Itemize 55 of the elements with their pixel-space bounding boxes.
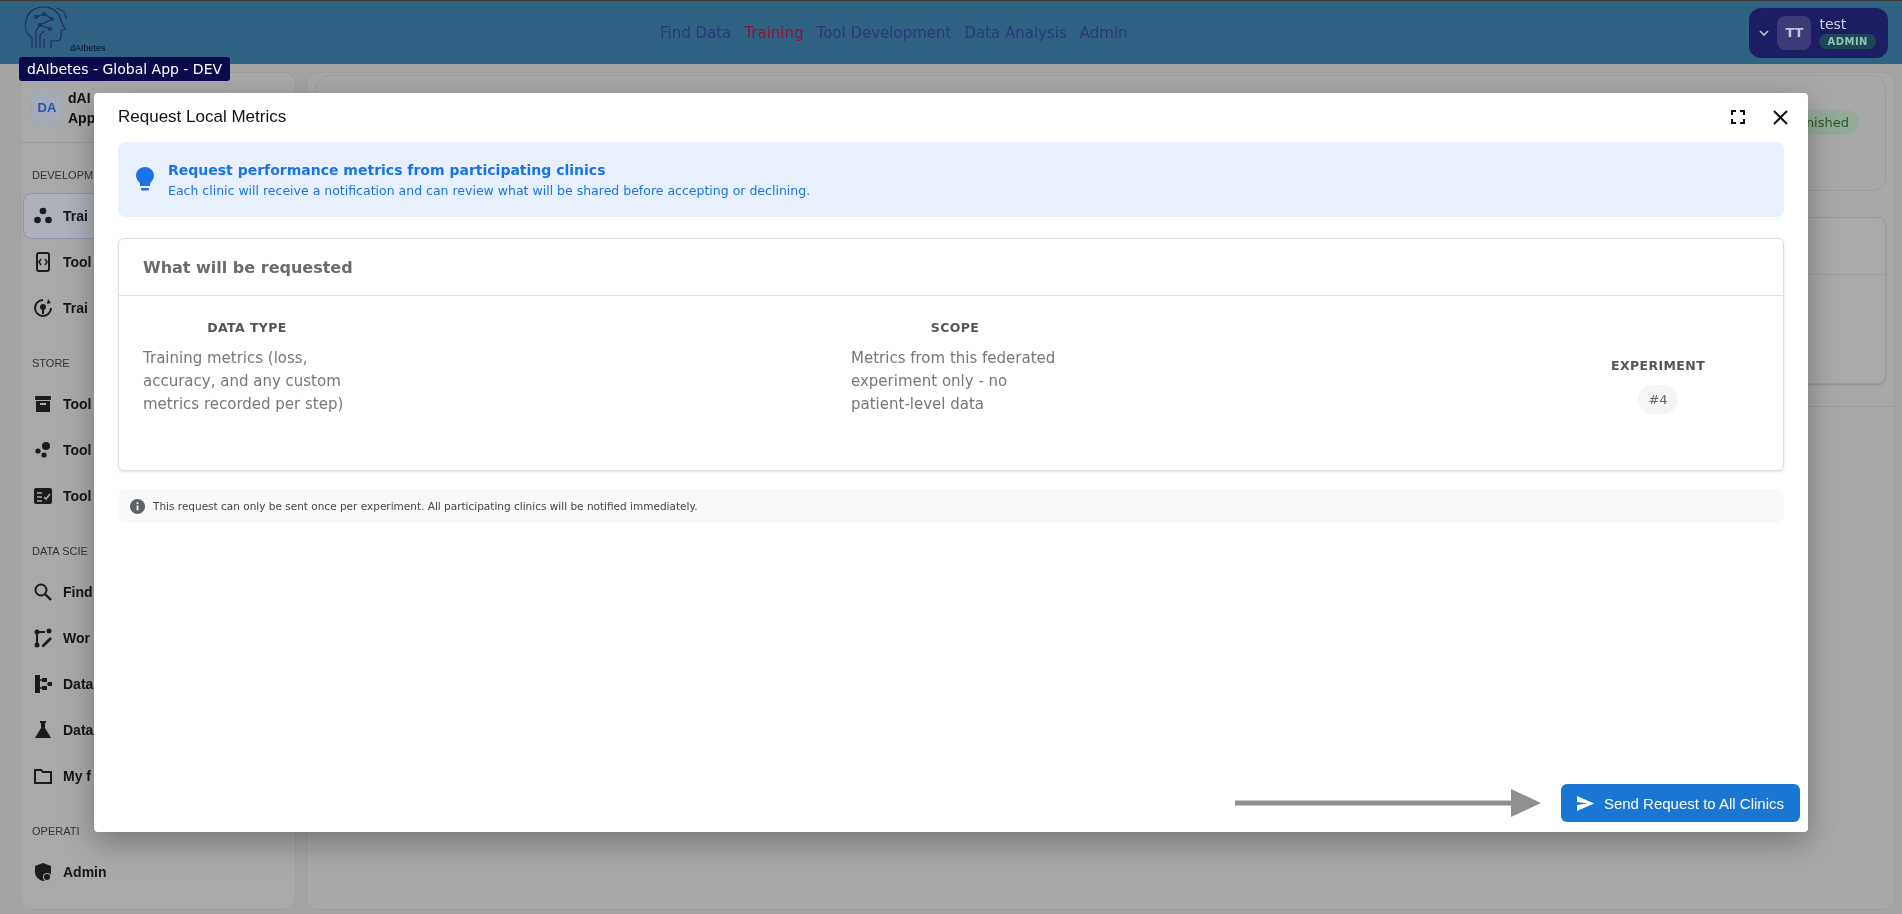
section-label: DATA SCIE: [32, 544, 88, 559]
column-label: EXPERIMENT: [1610, 358, 1706, 373]
user-name: test: [1819, 16, 1847, 32]
role-badge: ADMIN: [1819, 34, 1876, 49]
shield-icon: [33, 862, 53, 882]
note-text: This request can only be sent once per experiment. All participating clinics will be notified immediately.: [153, 500, 698, 512]
sidebar-item[interactable]: Trai: [23, 285, 94, 331]
flask-icon: [33, 720, 53, 740]
tooltip: dAIbetes - Global App - DEV: [19, 57, 231, 81]
alert-message: Each clinic will receive a notification and can review what will be shared before accepting or declining.: [168, 182, 811, 198]
sidebar-item[interactable]: My f: [23, 753, 94, 799]
chevron-down-icon: [1759, 29, 1770, 36]
dots-icon: [33, 440, 53, 460]
section-label: OPERATI: [32, 824, 80, 839]
close-icon: [1773, 109, 1788, 125]
account-menu[interactable]: TT test ADMIN: [1749, 7, 1888, 58]
code-phone-icon: [33, 252, 53, 272]
search-icon: [33, 582, 53, 602]
sidebar-item[interactable]: Find: [23, 569, 94, 615]
send-icon: [1576, 795, 1594, 811]
folder-icon: [33, 766, 53, 786]
sidebar-item[interactable]: Tool: [23, 427, 94, 473]
fullscreen-icon: [1731, 110, 1745, 124]
sidebar-item[interactable]: Trai: [23, 193, 94, 239]
checklist-icon: [33, 486, 53, 506]
tree-icon: [33, 674, 53, 694]
section-label: STORE: [32, 356, 70, 371]
sidebar-item[interactable]: Data: [23, 661, 94, 707]
sidebar-item[interactable]: Data: [23, 707, 94, 753]
rotate-icon: [33, 298, 53, 318]
app-title: App: [68, 108, 96, 128]
app-title: dAI: [68, 88, 91, 108]
sidebar-item[interactable]: Tool: [23, 239, 94, 285]
sidebar-item[interactable]: Admin: [23, 849, 133, 895]
lightbulb-icon: [136, 167, 154, 192]
column-value: Training metrics (loss, accuracy, and any custom metrics recorded per step): [143, 348, 345, 415]
column-label: SCOPE: [930, 320, 980, 335]
dots-cluster-icon: [33, 206, 53, 226]
workflow-icon: [33, 628, 53, 648]
sidebar-item[interactable]: Tool: [23, 381, 94, 427]
app-avatar: DA: [31, 90, 63, 125]
sidebar-item[interactable]: Wor: [23, 615, 94, 661]
alert-title: Request performance metrics from participating clinics: [168, 161, 607, 178]
section-label: DEVELOPM: [32, 168, 94, 183]
column-label: DATA TYPE: [207, 320, 287, 335]
column-value: Metrics from this federated experiment only - no patient-level data: [851, 348, 1057, 415]
brand-name: dAIbetes: [70, 43, 106, 53]
sidebar-item[interactable]: Tool: [23, 473, 94, 519]
archive-icon: [33, 394, 53, 414]
user-avatar: TT: [1777, 15, 1812, 50]
dialog-title: Request Local Metrics: [118, 107, 287, 127]
experiment-chip: #4: [1638, 385, 1678, 414]
send-request-button[interactable]: Send Request to All Clinics: [1560, 784, 1800, 822]
card-heading: What will be requested: [119, 239, 1783, 296]
info-icon: [130, 498, 145, 514]
